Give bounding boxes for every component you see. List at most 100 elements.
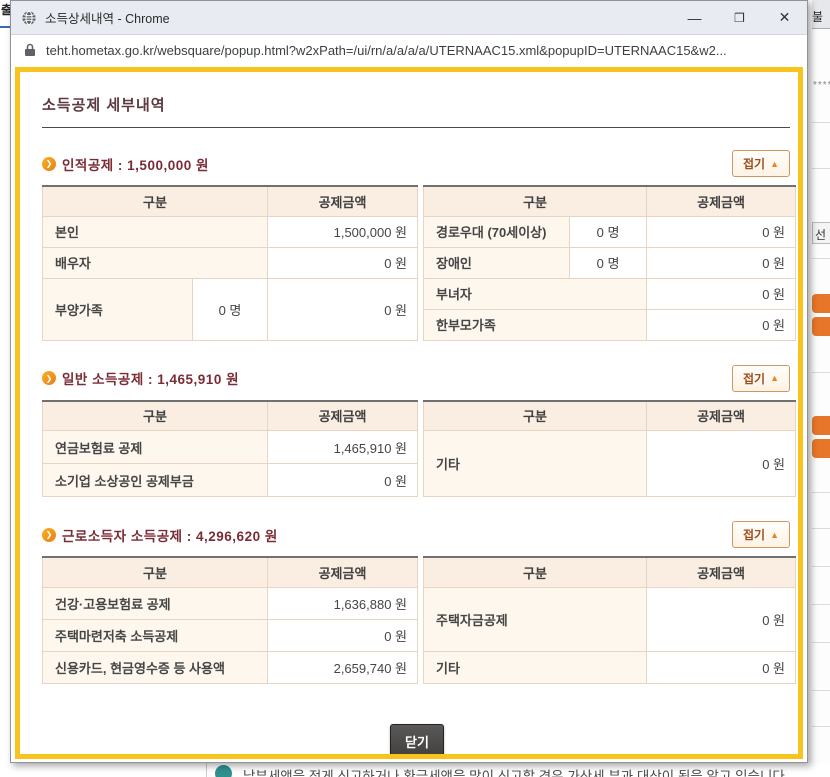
background-blue-line [0, 26, 10, 28]
section-personal-deduction: ❯ 인적공제 : 1,500,000 원 접기 ▲ 구분 공제금액 [42, 150, 792, 341]
section-title: 근로소득자 소득공제 : 4,296,620 원 [62, 525, 278, 545]
arrow-circle-icon: ❯ [42, 157, 56, 171]
section-title: 일반 소득공제 : 1,465,910 원 [62, 368, 239, 388]
general-deduction-left-table: 구분 공제금액 연금보험료 공제 1,465,910 원 소기업 소상공인 공제… [42, 400, 418, 498]
earned-income-right-table: 구분 공제금액 주택자금공제 0 원 기타 0 원 [423, 556, 796, 684]
window-controls: — ❒ ✕ [672, 1, 807, 34]
row-label: 연금보험료 공제 [43, 431, 268, 464]
table-row: 기타 0 원 [424, 651, 796, 683]
collapse-label: 접기 [743, 370, 765, 387]
personal-deduction-left-table: 구분 공제금액 본인 1,500,000 원 배우자 0 원 부양가족 [42, 185, 418, 341]
window-titlebar[interactable]: 소득상세내역 - Chrome — ❒ ✕ [11, 1, 807, 35]
row-label: 본인 [43, 216, 268, 247]
row-value: 1,636,880 원 [268, 587, 418, 619]
row-value: 1,500,000 원 [268, 216, 418, 247]
section-title-row: ❯ 인적공제 : 1,500,000 원 [42, 154, 209, 174]
url-bar[interactable]: teht.hometax.go.kr/websquare/popup.html?… [11, 35, 807, 65]
section-earned-income-deduction: ❯ 근로소득자 소득공제 : 4,296,620 원 접기 ▲ 구분 공제금액 [42, 521, 792, 684]
column-header: 구분 [43, 401, 268, 431]
title-divider [42, 127, 790, 128]
table-header-row: 구분 공제금액 [43, 186, 418, 216]
close-window-button[interactable]: ✕ [762, 1, 807, 34]
background-orange-button-fragment [812, 317, 830, 336]
table-row: 부녀자 0 원 [424, 278, 796, 309]
background-select-fragment: 선 [812, 222, 830, 244]
column-header: 구분 [43, 557, 268, 587]
background-divider [812, 492, 830, 493]
table-row: 배우자 0 원 [43, 247, 418, 278]
table-row: 부양가족 0 명 0 원 [43, 278, 418, 340]
table-row: 경로우대 (70세이상) 0 명 0 원 [424, 216, 796, 247]
table-row: 주택자금공제 0 원 [424, 587, 796, 651]
row-label: 주택자금공제 [424, 587, 647, 651]
background-divider [812, 258, 830, 259]
table-row: 장애인 0 명 0 원 [424, 247, 796, 278]
row-value: 0 원 [647, 431, 796, 497]
row-value: 0 원 [647, 216, 796, 247]
table-row: 본인 1,500,000 원 [43, 216, 418, 247]
row-value: 0 원 [268, 278, 418, 340]
background-orange-button-fragment [812, 416, 830, 435]
arrow-circle-icon: ❯ [42, 371, 56, 385]
collapse-button[interactable]: 접기 ▲ [732, 365, 790, 392]
background-page-left: 출 [0, 0, 10, 777]
collapse-label: 접기 [743, 526, 765, 543]
chrome-popup-window: 소득상세내역 - Chrome — ❒ ✕ teht.hometax.go.kr… [10, 0, 808, 763]
row-value: 0 원 [268, 464, 418, 497]
collapse-button[interactable]: 접기 ▲ [732, 150, 790, 177]
personal-deduction-right-table: 구분 공제금액 경로우대 (70세이상) 0 명 0 원 장애인 0 명 0 원 [423, 185, 796, 341]
column-header: 공제금액 [268, 186, 418, 216]
section-title-row: ❯ 일반 소득공제 : 1,465,910 원 [42, 368, 239, 388]
table-header-row: 구분 공제금액 [424, 186, 796, 216]
section-title-row: ❯ 근로소득자 소득공제 : 4,296,620 원 [42, 525, 278, 545]
globe-favicon-icon [21, 10, 37, 26]
background-vertical-divider [206, 763, 207, 777]
column-header: 공제금액 [268, 401, 418, 431]
table-row: 기타 0 원 [424, 431, 796, 497]
row-label: 소기업 소상공인 공제부금 [43, 464, 268, 497]
background-divider [812, 604, 830, 605]
general-deduction-right-table: 구분 공제금액 기타 0 원 [423, 400, 796, 498]
background-masked-text: **** [813, 80, 830, 91]
background-divider [812, 122, 830, 123]
column-header: 공제금액 [647, 557, 796, 587]
column-header: 공제금액 [268, 557, 418, 587]
table-header-row: 구분 공제금액 [43, 557, 418, 587]
earned-income-left-table: 구분 공제금액 건강·고용보험료 공제 1,636,880 원 주택마련저축 소… [42, 556, 418, 684]
background-orange-button-fragment [812, 294, 830, 313]
background-orange-button-fragment [812, 439, 830, 458]
background-divider [812, 642, 830, 643]
table-header-row: 구분 공제금액 [424, 401, 796, 431]
popup-content: 소득공제 세부내역 ❯ 인적공제 : 1,500,000 원 접기 ▲ [15, 67, 803, 759]
background-notice-text: 납부세액을 적게 신고하거나 환급세액을 많이 신고할 경우 가산세 부과 대상… [243, 765, 823, 777]
background-divider [812, 168, 830, 169]
table-row: 건강·고용보험료 공제 1,636,880 원 [43, 587, 418, 619]
url-text: teht.hometax.go.kr/websquare/popup.html?… [46, 43, 727, 58]
minimize-button[interactable]: — [672, 1, 717, 34]
close-button[interactable]: 닫기 [390, 724, 444, 759]
collapse-button[interactable]: 접기 ▲ [732, 521, 790, 548]
triangle-up-icon: ▲ [770, 373, 779, 383]
window-title: 소득상세내역 - Chrome [45, 8, 672, 27]
row-label: 배우자 [43, 247, 268, 278]
table-row: 신용카드, 현금영수증 등 사용액 2,659,740 원 [43, 651, 418, 683]
collapse-label: 접기 [743, 155, 765, 172]
row-label: 부녀자 [424, 278, 647, 309]
screen: 출 불 **** 선 납부세액을 적게 신고하거나 환급세액을 많이 신고할 경… [0, 0, 830, 777]
row-value: 0 원 [647, 247, 796, 278]
section-title: 인적공제 : 1,500,000 원 [62, 154, 209, 174]
background-divider [812, 690, 830, 691]
background-divider [812, 726, 830, 727]
triangle-up-icon: ▲ [770, 159, 779, 169]
maximize-button[interactable]: ❒ [717, 1, 762, 34]
row-count: 0 명 [570, 216, 647, 247]
background-divider [812, 566, 830, 567]
column-header: 구분 [424, 557, 647, 587]
arrow-circle-icon: ❯ [42, 528, 56, 542]
row-value: 0 원 [268, 619, 418, 651]
column-header: 공제금액 [647, 186, 796, 216]
row-value: 0 원 [647, 587, 796, 651]
table-header-row: 구분 공제금액 [43, 401, 418, 431]
row-label: 주택마련저축 소득공제 [43, 619, 268, 651]
table-row: 한부모가족 0 원 [424, 309, 796, 340]
